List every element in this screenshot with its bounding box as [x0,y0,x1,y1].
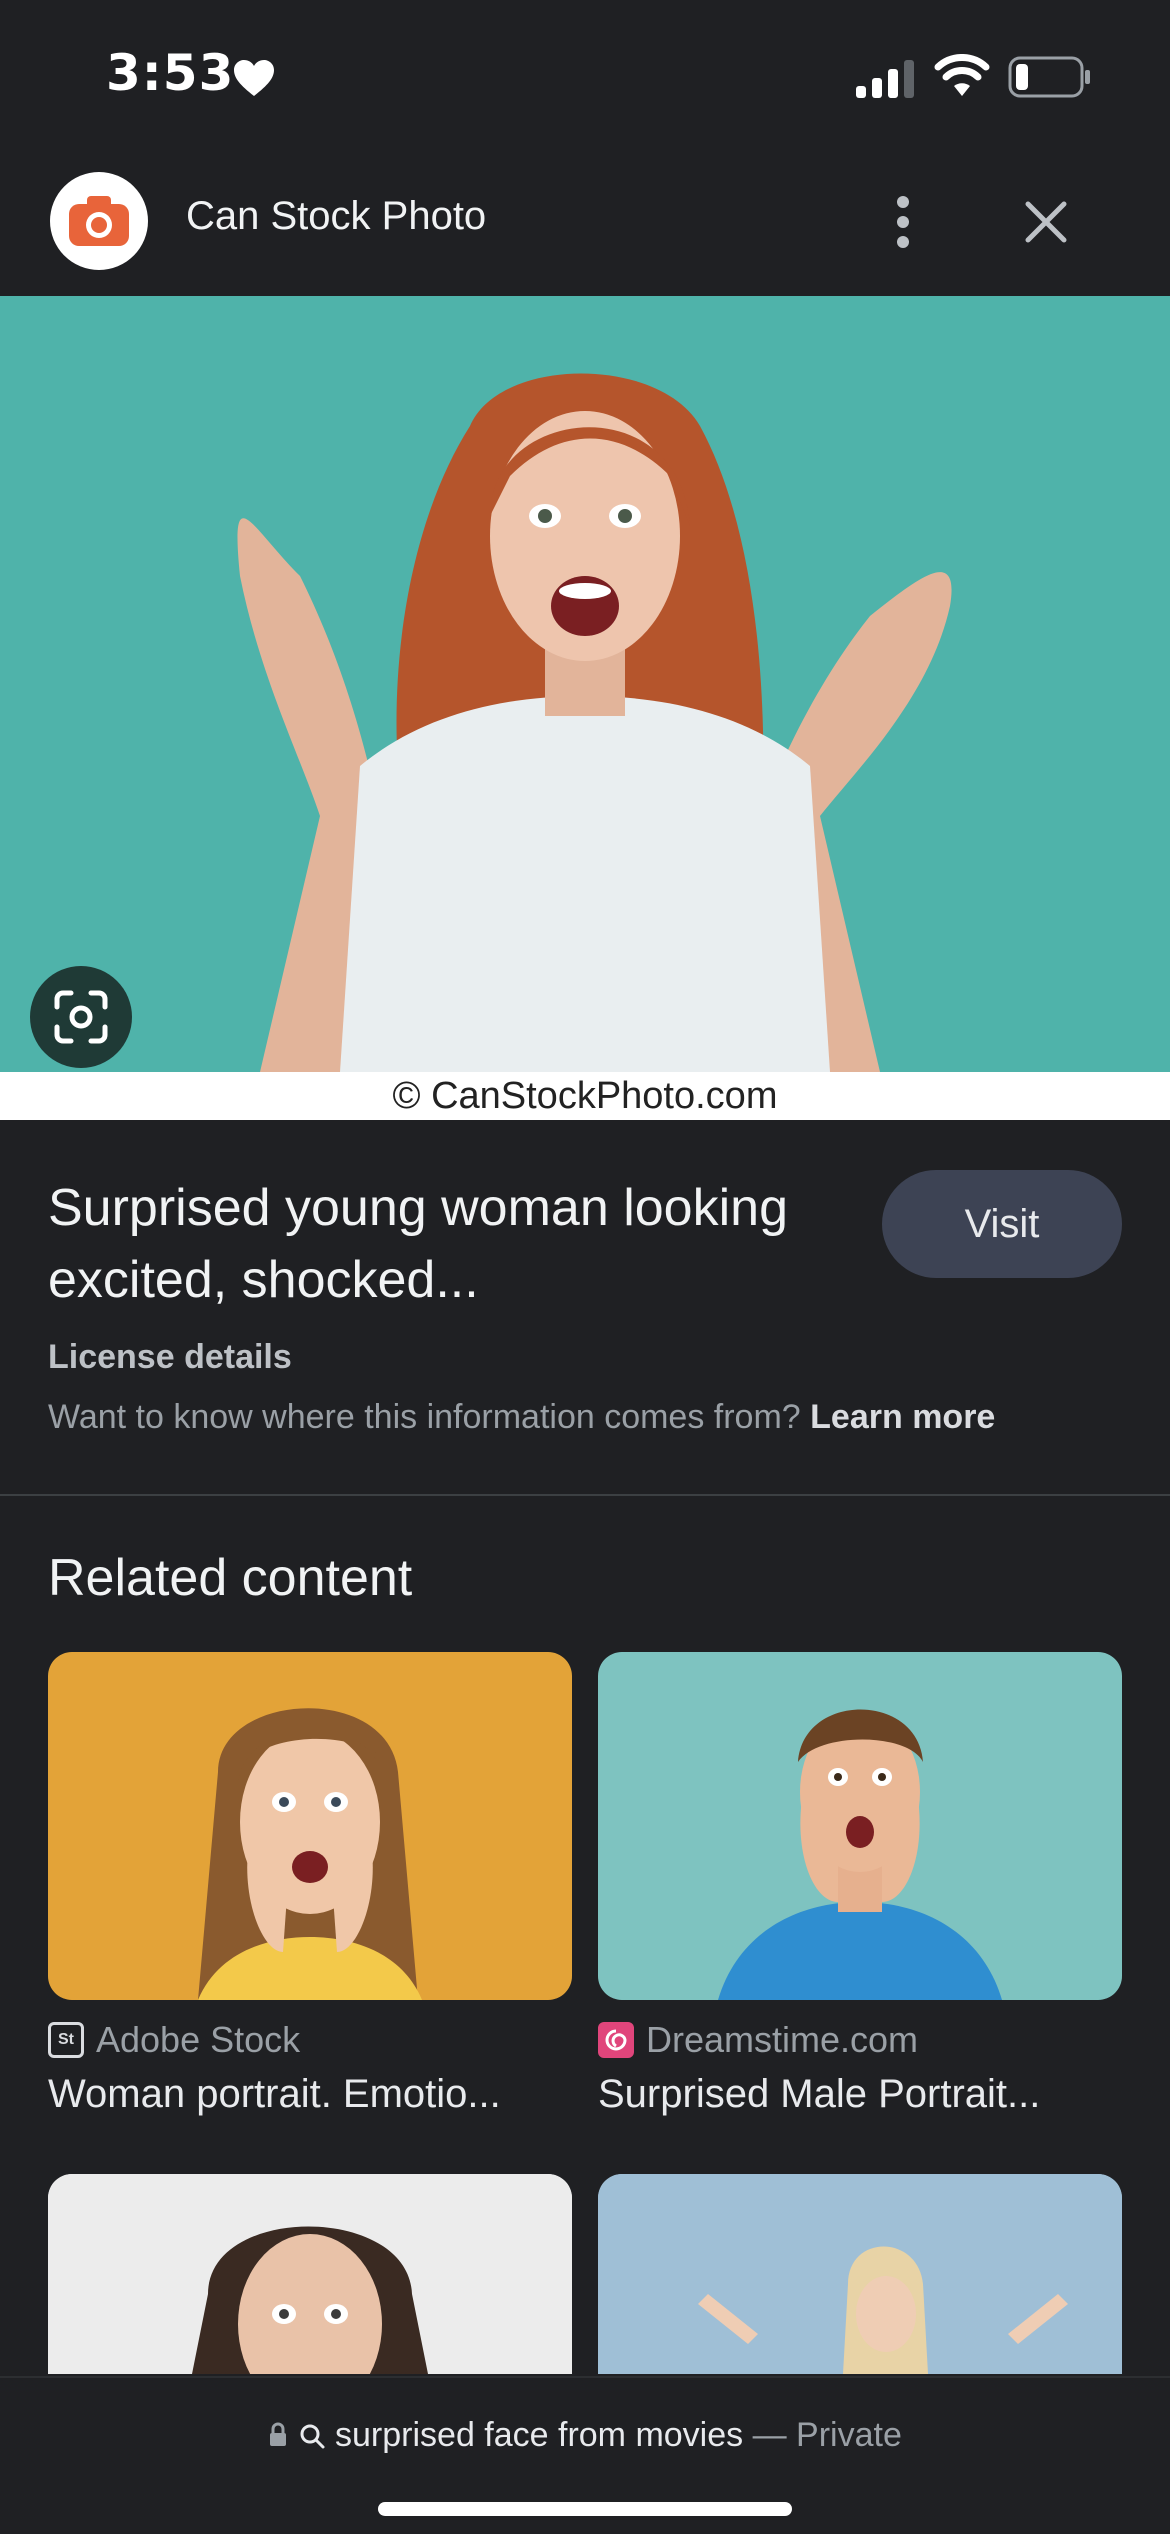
more-options-button[interactable] [880,186,926,258]
source-name: Dreamstime.com [646,2019,919,2060]
image-watermark: © CanStockPhoto.com [392,1075,778,1117]
image-title: Surprised young woman looking excited, s… [48,1179,788,1309]
viewer-header: Can Stock Photo [0,150,1170,296]
license-details-link[interactable]: License details [48,1338,292,1377]
related-card-image[interactable] [48,2174,572,2374]
search-query: surprised face from movies [335,2416,744,2454]
related-card-title[interactable]: Surprised Male Portrait... [598,2072,1122,2117]
dreamstime-icon [598,2022,634,2058]
related-content-heading: Related content [48,1549,413,1607]
related-card-title[interactable]: Woman portrait. Emotio... [48,2072,572,2117]
source-name: Adobe Stock [96,2019,301,2060]
close-button[interactable] [1010,186,1082,258]
camera-logo-icon[interactable] [50,172,148,270]
info-source-line: Want to know where this information come… [48,1398,995,1437]
related-card-image[interactable] [48,1652,572,2000]
info-source-question: Want to know where this information come… [48,1398,801,1436]
section-divider [0,1494,1170,1496]
lock-icon [270,2422,287,2446]
site-name[interactable]: Can Stock Photo [186,194,486,239]
related-card-image[interactable] [598,1652,1122,2000]
adobe-stock-icon: St [48,2022,84,2058]
related-card[interactable]: St Adobe Stock Woman portrait. Emotio... [48,1652,572,2117]
wifi-icon [934,54,990,96]
related-card-source: St Adobe Stock [48,2016,572,2064]
visit-button[interactable]: Visit [882,1170,1122,1278]
status-bar: 3:53 [0,0,1170,150]
google-lens-icon [54,990,108,1044]
address-bar[interactable]: surprised face from movies — Private [0,2416,1170,2455]
close-icon [1025,201,1067,243]
search-icon [300,2424,325,2449]
related-card-source: Dreamstime.com [598,2016,1122,2064]
heart-icon [234,60,274,96]
browser-bottom-bar: surprised face from movies — Private [0,2376,1170,2534]
related-card-image[interactable] [598,2174,1122,2374]
image-info: Surprised young woman looking excited, s… [0,1120,1170,1494]
related-card[interactable]: Dreamstime.com Surprised Male Portrait..… [598,1652,1122,2117]
battery-icon [1008,56,1090,98]
hero-photo [0,296,1170,1072]
learn-more-link[interactable]: Learn more [810,1398,995,1436]
private-label: — Private [752,2416,902,2454]
cellular-signal-icon [856,60,914,98]
main-image[interactable]: © CanStockPhoto.com [0,296,1170,1120]
lens-button[interactable] [30,966,132,1068]
more-vert-icon [897,196,909,248]
status-time: 3:53 [106,44,235,102]
home-indicator[interactable] [378,2502,792,2516]
